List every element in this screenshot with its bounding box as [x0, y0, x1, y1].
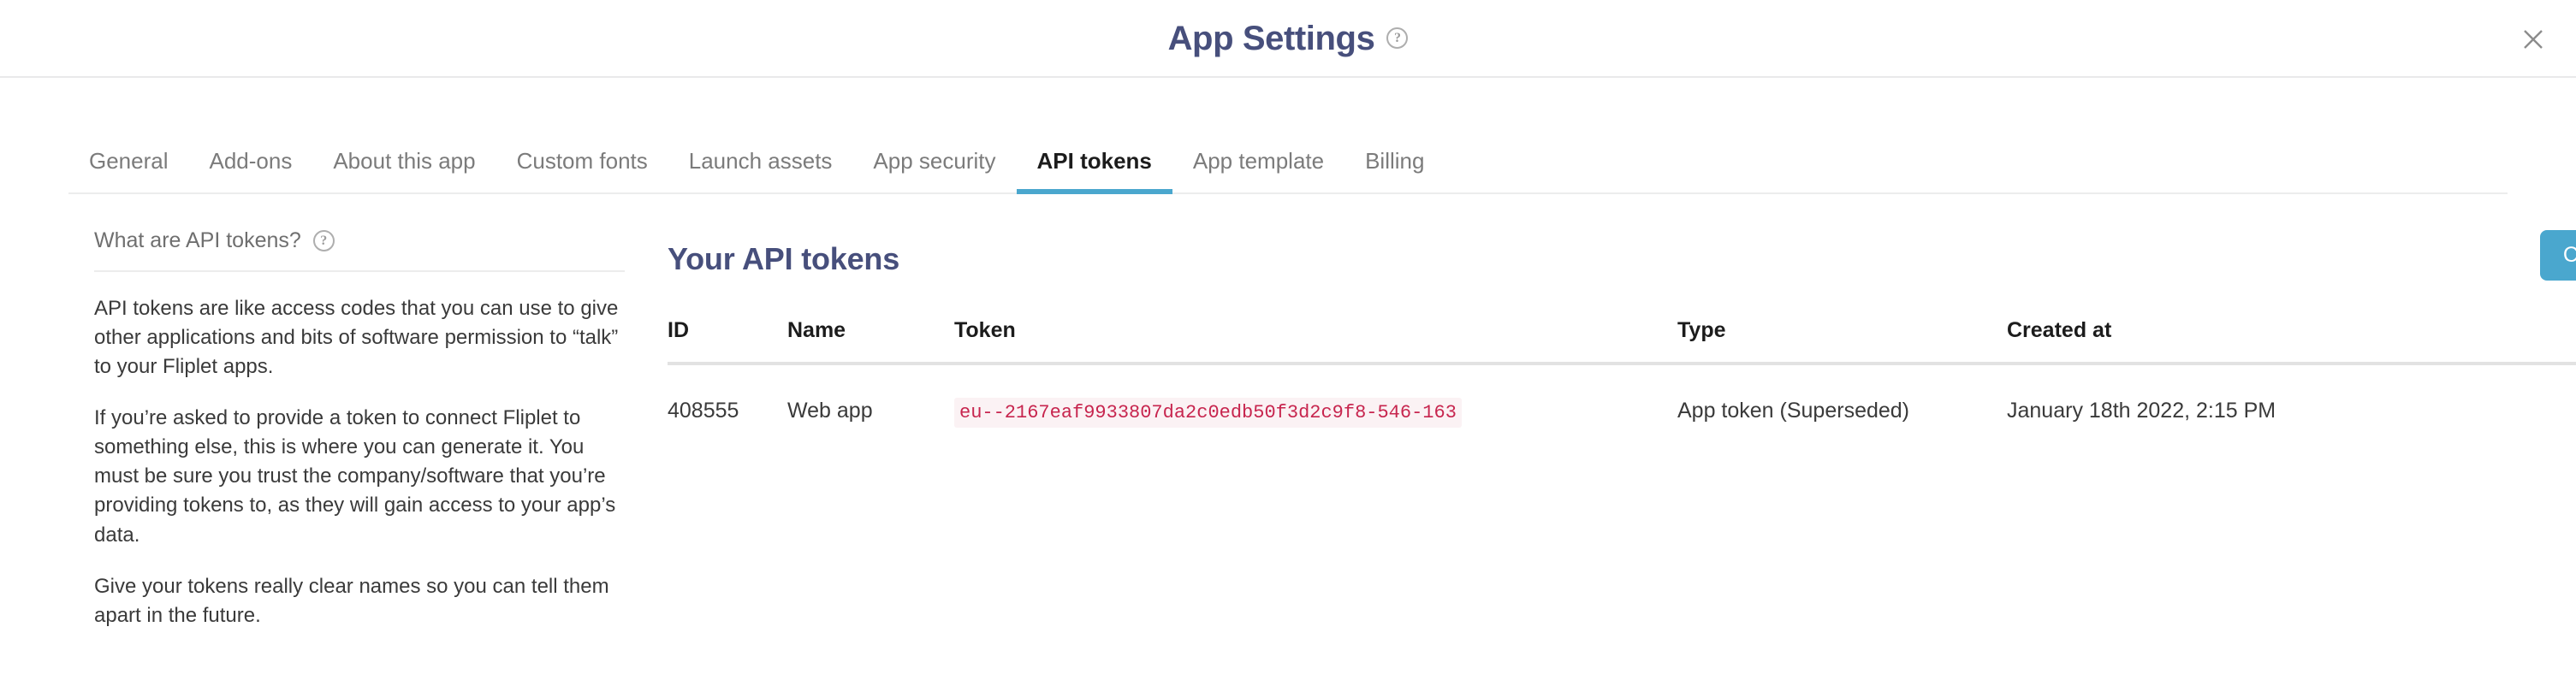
tab-billing[interactable]: Billing — [1344, 150, 1445, 192]
tab-add-ons[interactable]: Add-ons — [189, 150, 313, 192]
sidebar-paragraph: API tokens are like access codes that yo… — [94, 297, 619, 379]
column-header-created-at: Created at — [2007, 318, 2418, 365]
tab-api-tokens[interactable]: API tokens — [1016, 150, 1173, 194]
sidebar-paragraph: Give your tokens really clear names so y… — [94, 574, 609, 627]
api-tokens-table: ID Name Token Type Created at 408555 Web… — [668, 318, 2576, 435]
column-header-actions — [2418, 318, 2576, 365]
column-header-name: Name — [787, 318, 954, 365]
help-circle-icon[interactable]: ? — [312, 230, 335, 251]
main-panel: Your API tokens Create token ID Name Tok… — [668, 230, 2576, 630]
header-title-wrap: App Settings ? — [1168, 21, 1409, 56]
cell-actions: Edit — [2418, 364, 2576, 435]
table-header-row: ID Name Token Type Created at — [668, 318, 2576, 365]
cell-created-at: January 18th 2022, 2:15 PM — [2007, 399, 2276, 423]
page-title: App Settings — [1167, 19, 1375, 57]
tab-launch-assets[interactable]: Launch assets — [668, 150, 853, 192]
divider — [94, 270, 625, 272]
tab-general[interactable]: General — [68, 150, 189, 192]
main-header-row: Your API tokens Create token — [668, 230, 2576, 281]
help-circle-icon[interactable]: ? — [1386, 27, 1409, 49]
tab-bar: General Add-ons About this app Custom fo… — [0, 78, 2576, 194]
tab-app-security[interactable]: App security — [852, 150, 1016, 192]
dialog-header: App Settings ? — [0, 0, 2576, 78]
sidebar-paragraph: If you’re asked to provide a token to co… — [94, 406, 616, 547]
tab-about-this-app[interactable]: About this app — [312, 150, 496, 192]
cell-id: 408555 — [668, 399, 739, 423]
column-header-id: ID — [668, 318, 787, 365]
cell-name: Web app — [787, 399, 873, 423]
token-value[interactable]: eu--2167eaf9933807da2c0edb50f3d2c9f8-546… — [954, 398, 1462, 428]
tab-app-template[interactable]: App template — [1172, 150, 1344, 192]
create-token-button[interactable]: Create token — [2539, 230, 2576, 281]
tab-list: General Add-ons About this app Custom fo… — [68, 78, 2508, 194]
column-header-type: Type — [1677, 318, 2007, 365]
info-sidebar: What are API tokens? ? API tokens are li… — [0, 230, 668, 630]
section-title: Your API tokens — [668, 241, 900, 276]
cell-token: eu--2167eaf9933807da2c0edb50f3d2c9f8-546… — [954, 364, 1677, 435]
content-area: What are API tokens? ? API tokens are li… — [0, 194, 2576, 630]
tab-custom-fonts[interactable]: Custom fonts — [496, 150, 668, 192]
sidebar-heading: What are API tokens? — [94, 228, 301, 252]
sidebar-heading-row: What are API tokens? ? — [94, 230, 625, 251]
table-row: 408555 Web app eu--2167eaf9933807da2c0ed… — [668, 364, 2576, 435]
column-header-token: Token — [954, 318, 1677, 365]
cell-type: App token (Superseded) — [1677, 399, 1910, 423]
close-icon[interactable] — [2516, 22, 2550, 56]
